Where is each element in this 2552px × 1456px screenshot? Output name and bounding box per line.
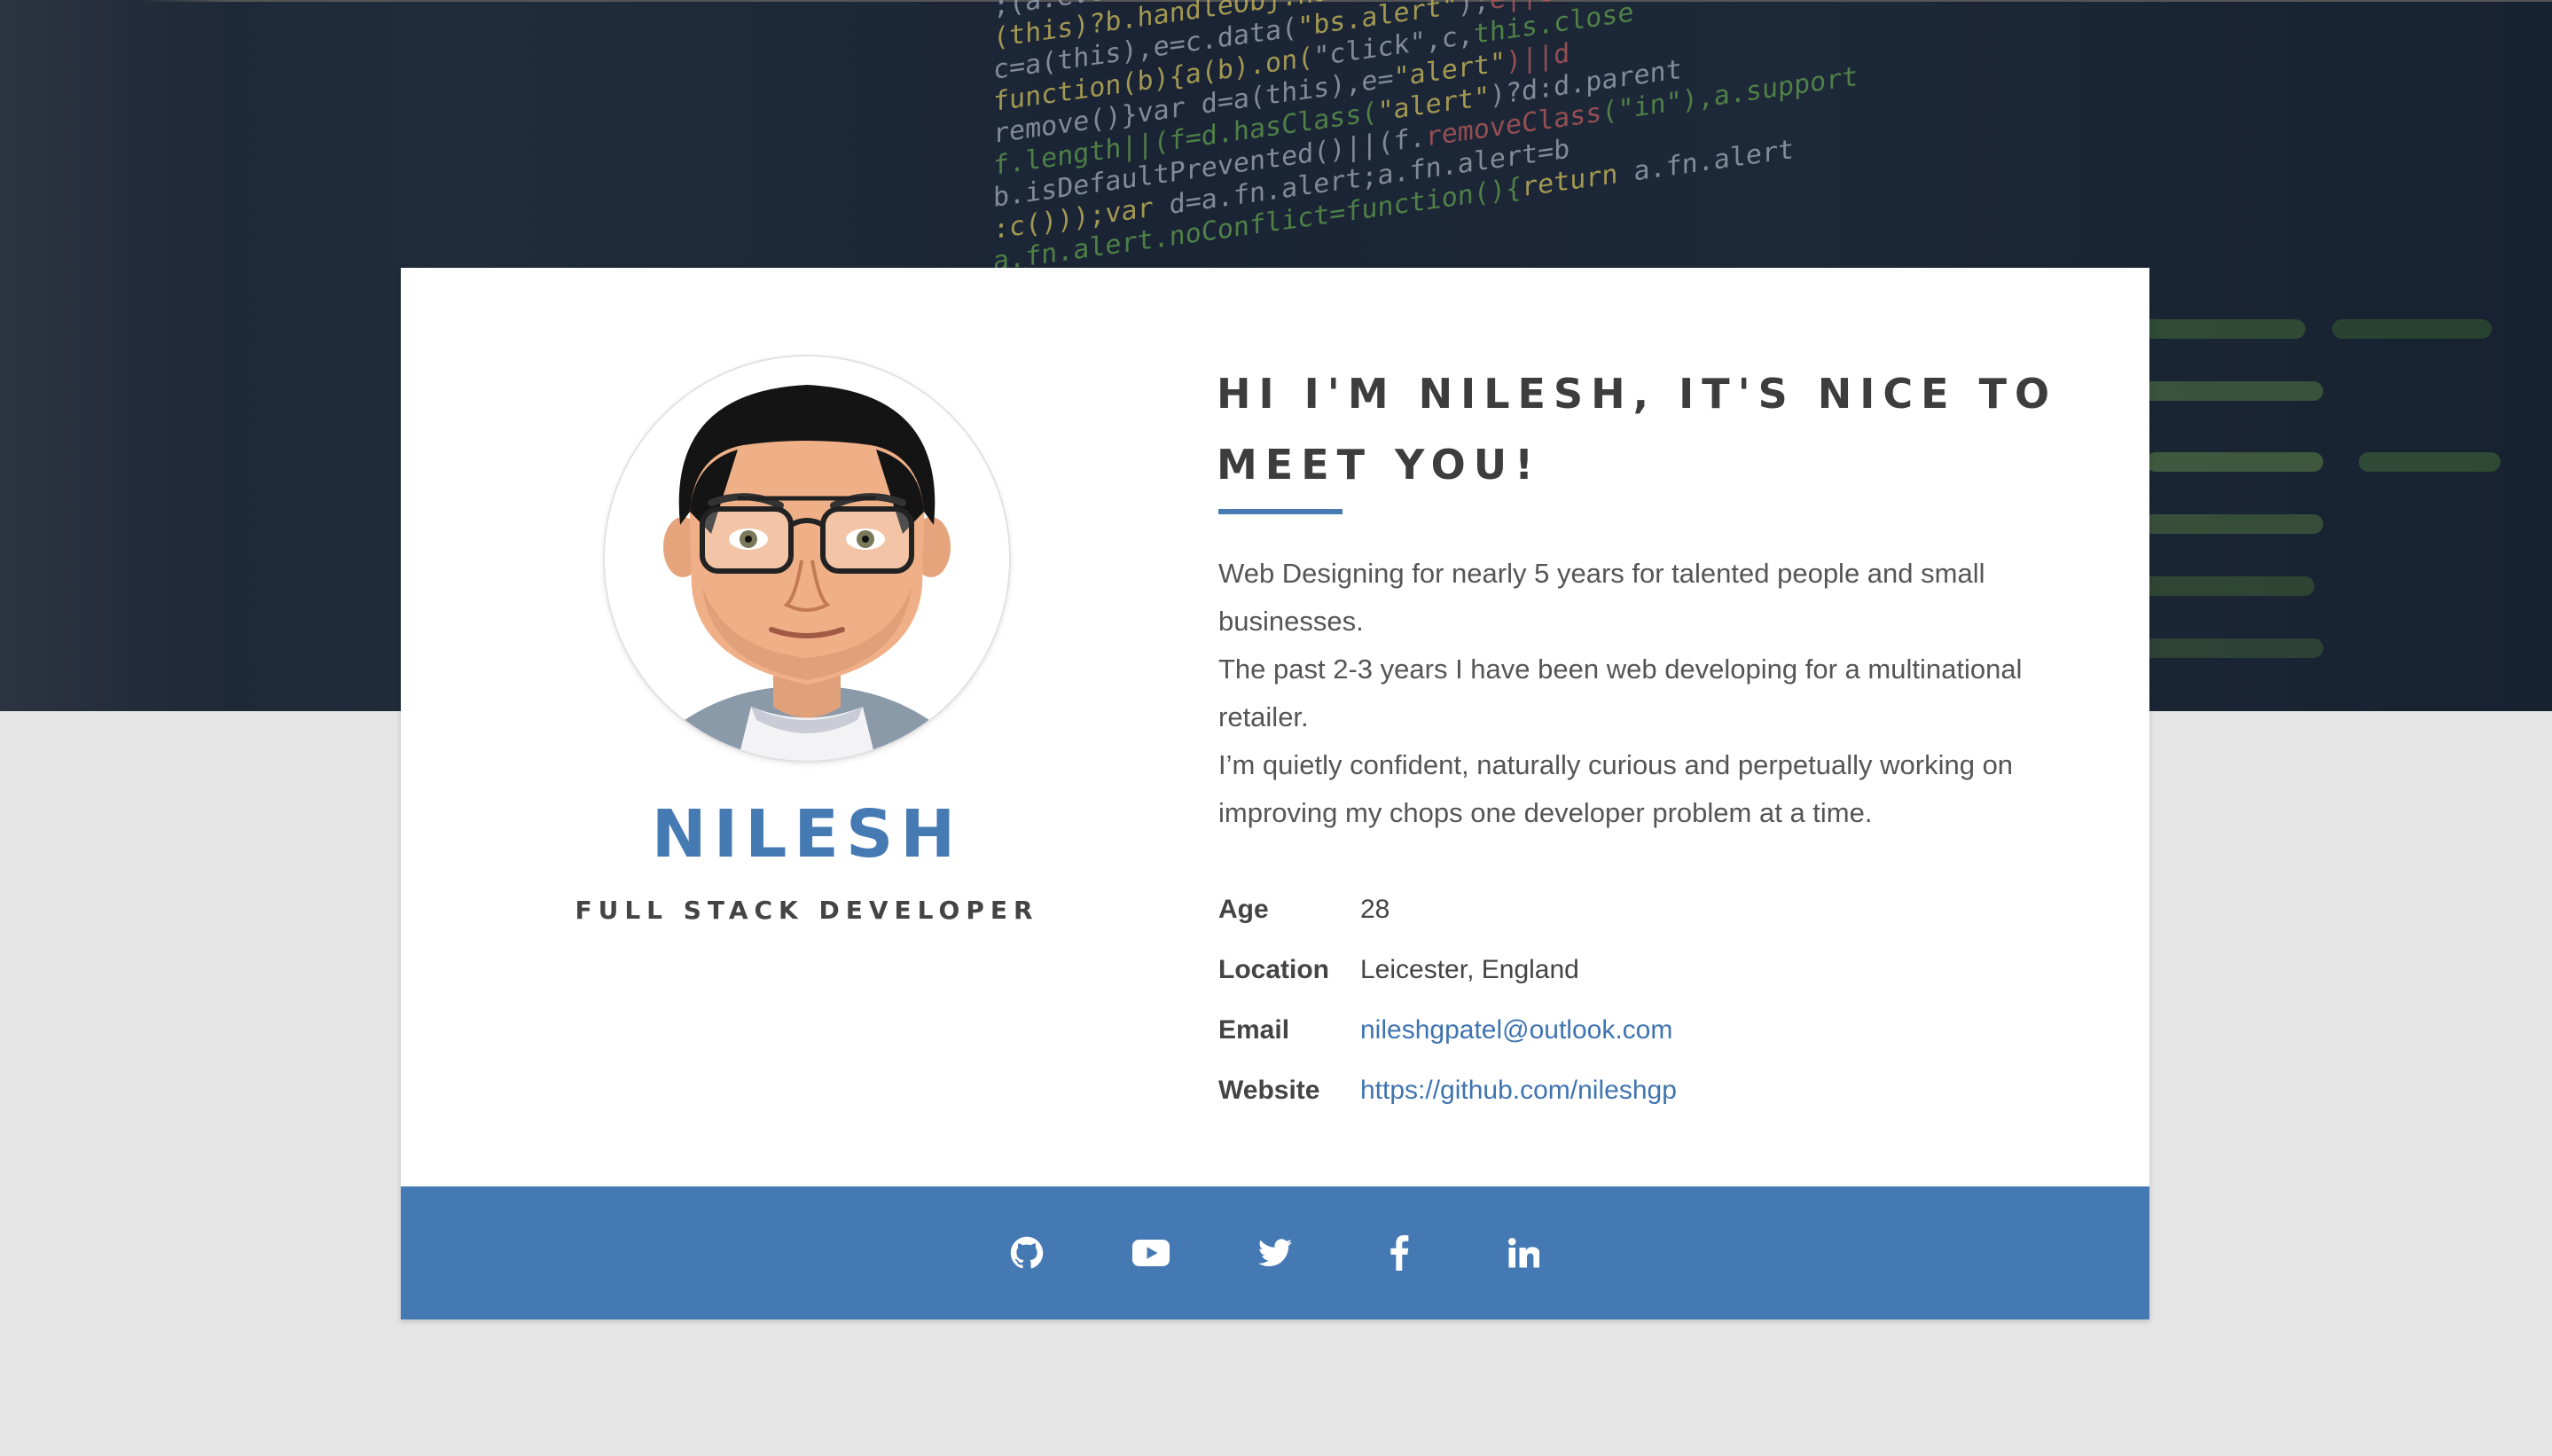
avatar-illustration [605,356,1009,761]
detail-row-age: Age 28 [1218,880,2105,940]
linkedin-link[interactable] [1461,1217,1585,1288]
twitter-icon [1258,1239,1292,1267]
github-link[interactable] [965,1217,1089,1288]
detail-row-location: Location Leicester, England [1218,940,2105,1000]
detail-row-website: Website https://github.com/nileshgp [1218,1061,2105,1121]
twitter-link[interactable] [1213,1217,1337,1288]
details-list: Age 28 Location Leicester, England Email… [1218,880,2105,1121]
location-label: Location [1218,955,1329,984]
website-label: Website [1218,1076,1320,1105]
hero-blur-left [0,0,231,711]
youtube-link[interactable] [1089,1217,1213,1288]
facebook-link[interactable] [1337,1217,1461,1288]
linkedin-icon [1508,1238,1539,1268]
profile-role: FULL STACK DEVELOPER [575,896,1039,925]
greeting-heading: HI I'M NILESH, IT'S NICE TO MEET YOU! [1217,370,2058,489]
detail-row-email: Email nileshgpatel@outlook.com [1218,1000,2105,1061]
age-label: Age [1218,895,1269,924]
email-label: Email [1218,1015,1290,1045]
website-link[interactable]: https://github.com/nileshgp [1360,1076,1677,1106]
profile-card: NILESH FULL STACK DEVELOPER HI I'M NILES… [401,268,2149,1319]
bio-paragraph: Web Designing for nearly 5 years for tal… [1218,558,1985,637]
age-value: 28 [1360,895,1390,924]
bio-text: Web Designing for nearly 5 years for tal… [1218,550,2105,837]
youtube-icon [1132,1240,1170,1266]
bio-paragraph: The past 2-3 years I have been web devel… [1218,654,2023,732]
avatar [605,356,1009,761]
heading-underline [1218,509,1343,514]
bio-paragraph: I’m quietly confident, naturally curious… [1218,749,2014,828]
social-footer [401,1186,2149,1319]
location-value: Leicester, England [1360,955,1579,984]
profile-name: NILESH [651,796,963,873]
email-link[interactable]: nileshgpatel@outlook.com [1360,1015,1672,1045]
code-background-image: ;(a.event.special.bsTransitionEnd (this)… [993,0,1859,278]
github-icon [1010,1236,1044,1269]
facebook-icon [1390,1235,1409,1271]
